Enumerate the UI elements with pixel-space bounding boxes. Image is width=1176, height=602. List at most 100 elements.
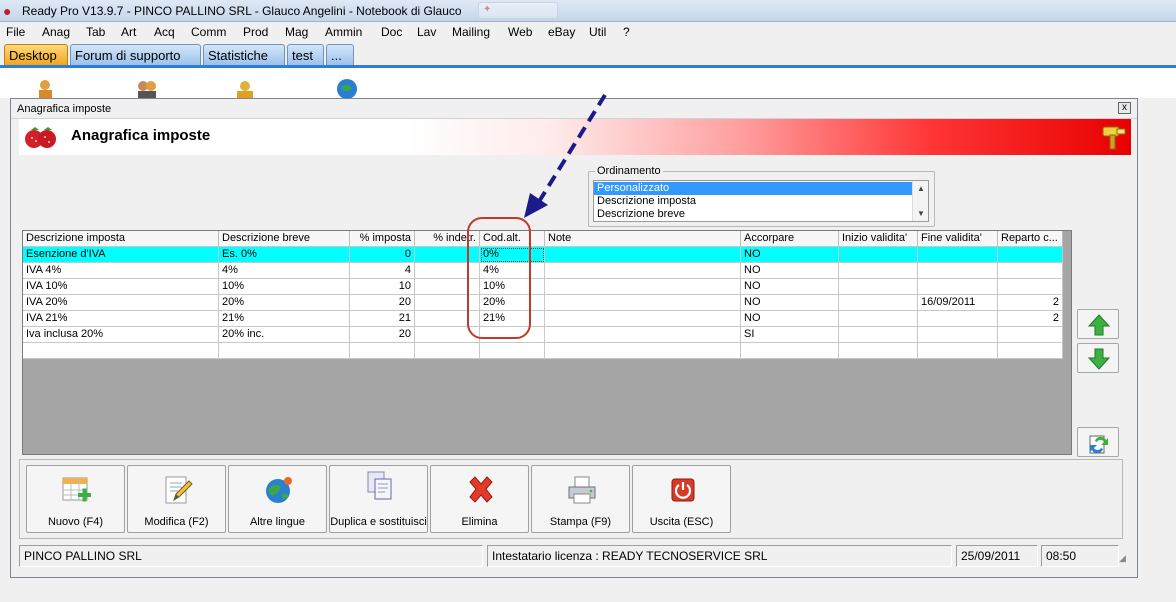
cell-breve[interactable]: 20% inc.: [219, 327, 350, 343]
move-up-button[interactable]: [1077, 309, 1119, 339]
cell-empty[interactable]: [545, 343, 741, 359]
ordinamento-option[interactable]: Descrizione breve: [594, 208, 912, 221]
col-header-imposta[interactable]: % imposta: [350, 231, 415, 247]
ordinamento-option[interactable]: Personalizzato: [594, 182, 912, 195]
col-header-reparto[interactable]: Reparto c...: [998, 231, 1063, 247]
menu-util[interactable]: Util: [589, 25, 606, 39]
cell-accorpare[interactable]: NO: [741, 263, 839, 279]
menu-web[interactable]: Web: [508, 25, 532, 39]
col-header-descrizione[interactable]: Descrizione imposta: [23, 231, 219, 247]
menu-file[interactable]: File: [6, 25, 25, 39]
tab-more[interactable]: ...: [326, 44, 354, 65]
menu-mag[interactable]: Mag: [285, 25, 308, 39]
cell-indetr[interactable]: [415, 263, 480, 279]
cell-empty[interactable]: [415, 343, 480, 359]
menu-lav[interactable]: Lav: [417, 25, 436, 39]
cell-empty[interactable]: [918, 343, 998, 359]
desktop-people-icon[interactable]: [36, 76, 62, 98]
cell-indetr[interactable]: [415, 311, 480, 327]
refresh-button[interactable]: [1077, 427, 1119, 457]
cell-breve[interactable]: 4%: [219, 263, 350, 279]
cell-descrizione[interactable]: IVA 21%: [23, 311, 219, 327]
desktop-group-icon[interactable]: [134, 76, 160, 98]
menu-ammin[interactable]: Ammin: [325, 25, 362, 39]
ordinamento-listbox[interactable]: Personalizzato Descrizione imposta Descr…: [593, 180, 929, 222]
cell-reparto[interactable]: [998, 279, 1063, 295]
menu-ebay[interactable]: eBay: [548, 25, 575, 39]
col-header-indetr[interactable]: % indetr.: [415, 231, 480, 247]
cell-empty[interactable]: [998, 343, 1063, 359]
cell-empty[interactable]: [839, 343, 918, 359]
cell-breve[interactable]: 10%: [219, 279, 350, 295]
menu-comm[interactable]: Comm: [191, 25, 226, 39]
cell-imposta[interactable]: 21: [350, 311, 415, 327]
cell-inizio[interactable]: [839, 311, 918, 327]
cell-descrizione[interactable]: IVA 10%: [23, 279, 219, 295]
cell-note[interactable]: [545, 279, 741, 295]
uscita-button[interactable]: Uscita (ESC): [632, 465, 731, 533]
cell-empty[interactable]: [741, 343, 839, 359]
menu-art[interactable]: Art: [121, 25, 136, 39]
cell-inizio[interactable]: [839, 247, 918, 263]
cell-indetr[interactable]: [415, 327, 480, 343]
cell-imposta[interactable]: 20: [350, 295, 415, 311]
resize-grip-icon[interactable]: ◢: [1119, 553, 1131, 565]
cell-note[interactable]: [545, 263, 741, 279]
cell-indetr[interactable]: [415, 247, 480, 263]
tab-statistiche[interactable]: Statistiche: [203, 44, 285, 65]
listbox-scrollbar[interactable]: ▲ ▼: [912, 181, 928, 221]
menu-acq[interactable]: Acq: [154, 25, 175, 39]
cell-fine[interactable]: [918, 311, 998, 327]
cell-fine[interactable]: [918, 263, 998, 279]
cell-note[interactable]: [545, 295, 741, 311]
elimina-button[interactable]: Elimina: [430, 465, 529, 533]
cell-reparto[interactable]: 2: [998, 311, 1063, 327]
tab-forum[interactable]: Forum di supporto: [70, 44, 201, 65]
cell-fine[interactable]: [918, 279, 998, 295]
modifica-button[interactable]: Modifica (F2): [127, 465, 226, 533]
cell-reparto[interactable]: [998, 327, 1063, 343]
cell-inizio[interactable]: [839, 295, 918, 311]
cell-inizio[interactable]: [839, 327, 918, 343]
cell-breve[interactable]: 21%: [219, 311, 350, 327]
imposte-grid[interactable]: Descrizione imposta Descrizione breve % …: [22, 230, 1072, 455]
col-header-accorpare[interactable]: Accorpare: [741, 231, 839, 247]
cell-accorpare[interactable]: NO: [741, 311, 839, 327]
tab-desktop[interactable]: Desktop: [4, 44, 68, 65]
duplica-button[interactable]: Duplica e sostituisci: [329, 465, 428, 533]
cell-indetr[interactable]: [415, 295, 480, 311]
cell-accorpare[interactable]: NO: [741, 295, 839, 311]
cell-accorpare[interactable]: NO: [741, 279, 839, 295]
cell-reparto[interactable]: 2: [998, 295, 1063, 311]
desktop-worker-icon[interactable]: [232, 76, 258, 98]
scroll-up-icon[interactable]: ▲: [917, 184, 925, 193]
cell-codalt[interactable]: 10%: [480, 279, 545, 295]
cell-empty[interactable]: [480, 343, 545, 359]
col-header-breve[interactable]: Descrizione breve: [219, 231, 350, 247]
nuovo-button[interactable]: Nuovo (F4): [26, 465, 125, 533]
stampa-button[interactable]: Stampa (F9): [531, 465, 630, 533]
cell-note[interactable]: [545, 327, 741, 343]
cell-fine[interactable]: 16/09/2011: [918, 295, 998, 311]
cell-empty[interactable]: [219, 343, 350, 359]
cell-reparto[interactable]: [998, 247, 1063, 263]
cell-descrizione[interactable]: IVA 20%: [23, 295, 219, 311]
cell-indetr[interactable]: [415, 279, 480, 295]
col-header-fine[interactable]: Fine validita': [918, 231, 998, 247]
cell-fine[interactable]: [918, 327, 998, 343]
cell-descrizione[interactable]: Esenzione d'IVA: [23, 247, 219, 263]
menu-prod[interactable]: Prod: [243, 25, 268, 39]
move-down-button[interactable]: [1077, 343, 1119, 373]
cell-empty[interactable]: [350, 343, 415, 359]
altre-lingue-button[interactable]: Altre lingue: [228, 465, 327, 533]
close-button[interactable]: x: [1118, 102, 1131, 114]
cell-codalt[interactable]: 21%: [480, 311, 545, 327]
cell-inizio[interactable]: [839, 279, 918, 295]
cell-imposta[interactable]: 4: [350, 263, 415, 279]
menu-tab[interactable]: Tab: [86, 25, 105, 39]
cell-imposta[interactable]: 0: [350, 247, 415, 263]
cell-codalt[interactable]: 20%: [480, 295, 545, 311]
menu-doc[interactable]: Doc: [381, 25, 402, 39]
cell-codalt[interactable]: [480, 327, 545, 343]
cell-inizio[interactable]: [839, 263, 918, 279]
